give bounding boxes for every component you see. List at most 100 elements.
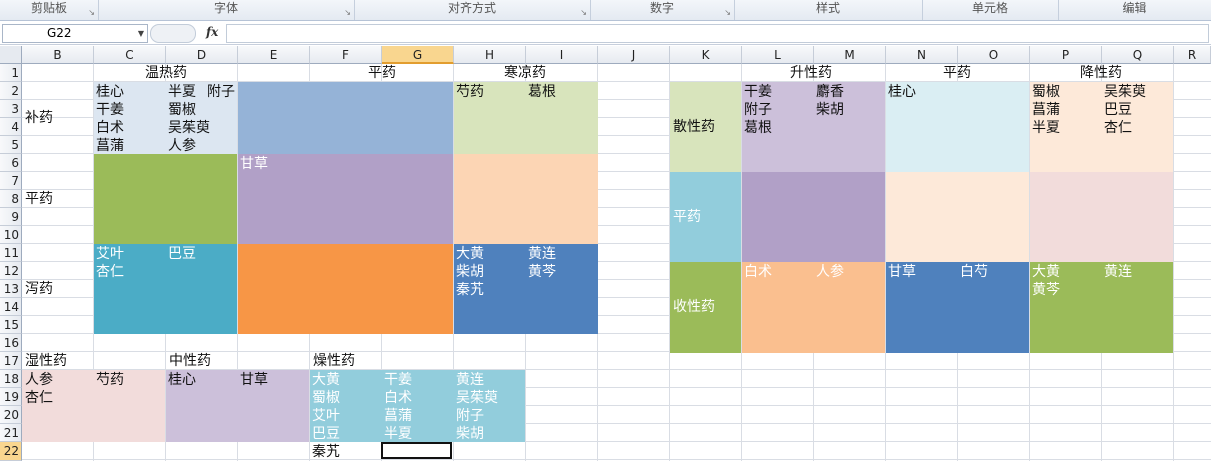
column-header-M[interactable]: M	[814, 46, 886, 64]
ribbon-group-cells[interactable]: 单元格	[922, 0, 1059, 20]
row-header-12[interactable]: 12	[0, 262, 22, 280]
name-box[interactable]: G22 ▼	[2, 24, 148, 43]
cell-text: 黄连	[456, 372, 484, 388]
row-header-21[interactable]: 21	[0, 424, 22, 442]
cell-text: 菖蒲	[384, 408, 412, 424]
formula-button-group[interactable]	[150, 24, 196, 43]
block-rise-neutral	[742, 172, 885, 262]
cell-text: 秦艽	[312, 444, 340, 460]
cell-text: 芍药	[456, 84, 484, 100]
dialog-launcher-icon[interactable]: ↘	[88, 4, 95, 21]
cell-text: 人参	[25, 372, 53, 388]
column-header-C[interactable]: C	[94, 46, 166, 64]
ribbon-group-alignment[interactable]: 对齐方式 ↘	[354, 0, 591, 20]
row-header-6[interactable]: 6	[0, 154, 22, 172]
row-header-19[interactable]: 19	[0, 388, 22, 406]
cell-text: 秦艽	[456, 282, 484, 298]
row-header-9[interactable]: 9	[0, 208, 22, 226]
cell-text: 半夏	[384, 426, 412, 442]
row-header-11[interactable]: 11	[0, 244, 22, 262]
ribbon-group-editing[interactable]: 编辑	[1058, 0, 1211, 20]
cell-text: 甘草	[240, 156, 268, 172]
cell-text: 人参	[168, 138, 196, 154]
ribbon-group-label: 编辑	[1122, 1, 1147, 15]
ribbon-group-styles[interactable]: 样式	[734, 0, 923, 20]
cell-text: 蜀椒	[312, 390, 340, 406]
cell-text: 半夏	[168, 84, 196, 100]
cell-text: 杏仁	[96, 264, 124, 280]
ribbon-group-label: 字体	[213, 1, 238, 15]
ribbon-group-label: 样式	[815, 1, 840, 15]
cell-text: 芍药	[96, 372, 124, 388]
cell-text: 艾叶	[312, 408, 340, 424]
row-header-8[interactable]: 8	[0, 190, 22, 208]
cell-text: 柴胡	[816, 102, 844, 118]
row-header-14[interactable]: 14	[0, 298, 22, 316]
row-header-18[interactable]: 18	[0, 370, 22, 388]
column-header-L[interactable]: L	[742, 46, 814, 64]
row-header-5[interactable]: 5	[0, 136, 22, 154]
row-header-4[interactable]: 4	[0, 118, 22, 136]
row-header-3[interactable]: 3	[0, 100, 22, 118]
cell-text: 附子	[456, 408, 484, 424]
block-neutral-tonic	[238, 82, 453, 154]
block-neutral-neutral	[238, 154, 453, 244]
column-header-R[interactable]: R	[1174, 46, 1211, 64]
cell-text: 甘草	[888, 264, 916, 280]
cell-text: 巴豆	[168, 246, 196, 262]
block-descend-neutral	[1030, 172, 1173, 262]
ribbon-group-font[interactable]: 字体 ↘	[98, 0, 355, 20]
t1-row-header-neutral: 平药	[25, 191, 53, 207]
dialog-launcher-icon[interactable]: ↘	[724, 4, 731, 21]
row-header-2[interactable]: 2	[0, 82, 22, 100]
column-header-F[interactable]: F	[310, 46, 382, 64]
cell-text: 大黄	[456, 246, 484, 262]
cell-text: 巴豆	[1104, 102, 1132, 118]
block-cold-neutral	[454, 154, 598, 244]
column-header-O[interactable]: O	[958, 46, 1030, 64]
dialog-launcher-icon[interactable]: ↘	[580, 4, 587, 21]
t2-row-header-disperse: 散性药	[673, 119, 715, 135]
column-header-E[interactable]: E	[238, 46, 310, 64]
formula-input[interactable]	[226, 24, 1209, 43]
column-header-H[interactable]: H	[454, 46, 526, 64]
row-header-16[interactable]: 16	[0, 334, 22, 352]
insert-function-icon[interactable]: fx	[206, 24, 218, 41]
active-cell-g22[interactable]	[381, 442, 452, 459]
row-header-1[interactable]: 1	[0, 64, 22, 82]
chevron-down-icon[interactable]: ▼	[138, 25, 144, 42]
column-header-I[interactable]: I	[526, 46, 598, 64]
column-header-D[interactable]: D	[166, 46, 238, 64]
row-header-22[interactable]: 22	[0, 442, 22, 461]
t1-col-header-neutral: 平药	[368, 65, 396, 81]
row-header-13[interactable]: 13	[0, 280, 22, 298]
row-header-17[interactable]: 17	[0, 352, 22, 370]
cell-text: 杏仁	[25, 390, 53, 406]
row-header-20[interactable]: 20	[0, 406, 22, 424]
cell-text: 大黄	[312, 372, 340, 388]
cell-text: 杏仁	[1104, 120, 1132, 136]
ribbon-group-number[interactable]: 数字 ↘	[590, 0, 735, 20]
cell-text: 附子	[744, 102, 772, 118]
column-header-J[interactable]: J	[598, 46, 670, 64]
column-header-Q[interactable]: Q	[1102, 46, 1174, 64]
cell-text: 甘草	[240, 372, 268, 388]
cell-text: 葛根	[528, 84, 556, 100]
dialog-launcher-icon[interactable]: ↘	[344, 4, 351, 21]
ribbon-group-clipboard[interactable]: 剪贴板 ↘	[0, 0, 99, 20]
column-header-B[interactable]: B	[22, 46, 94, 64]
column-header-P[interactable]: P	[1030, 46, 1102, 64]
column-header-K[interactable]: K	[670, 46, 742, 64]
cell-text: 艾叶	[96, 246, 124, 262]
block-neutral-purge	[238, 244, 453, 334]
cell-text: 黄芩	[528, 264, 556, 280]
cell-text: 柴胡	[456, 264, 484, 280]
column-header-N[interactable]: N	[886, 46, 958, 64]
row-header-7[interactable]: 7	[0, 172, 22, 190]
t1-col-header-warm: 温热药	[145, 65, 187, 81]
row-header-15[interactable]: 15	[0, 316, 22, 334]
select-all-button[interactable]	[0, 46, 22, 64]
row-header-10[interactable]: 10	[0, 226, 22, 244]
cell-text: 干姜	[384, 372, 412, 388]
column-header-G[interactable]: G	[382, 46, 454, 64]
